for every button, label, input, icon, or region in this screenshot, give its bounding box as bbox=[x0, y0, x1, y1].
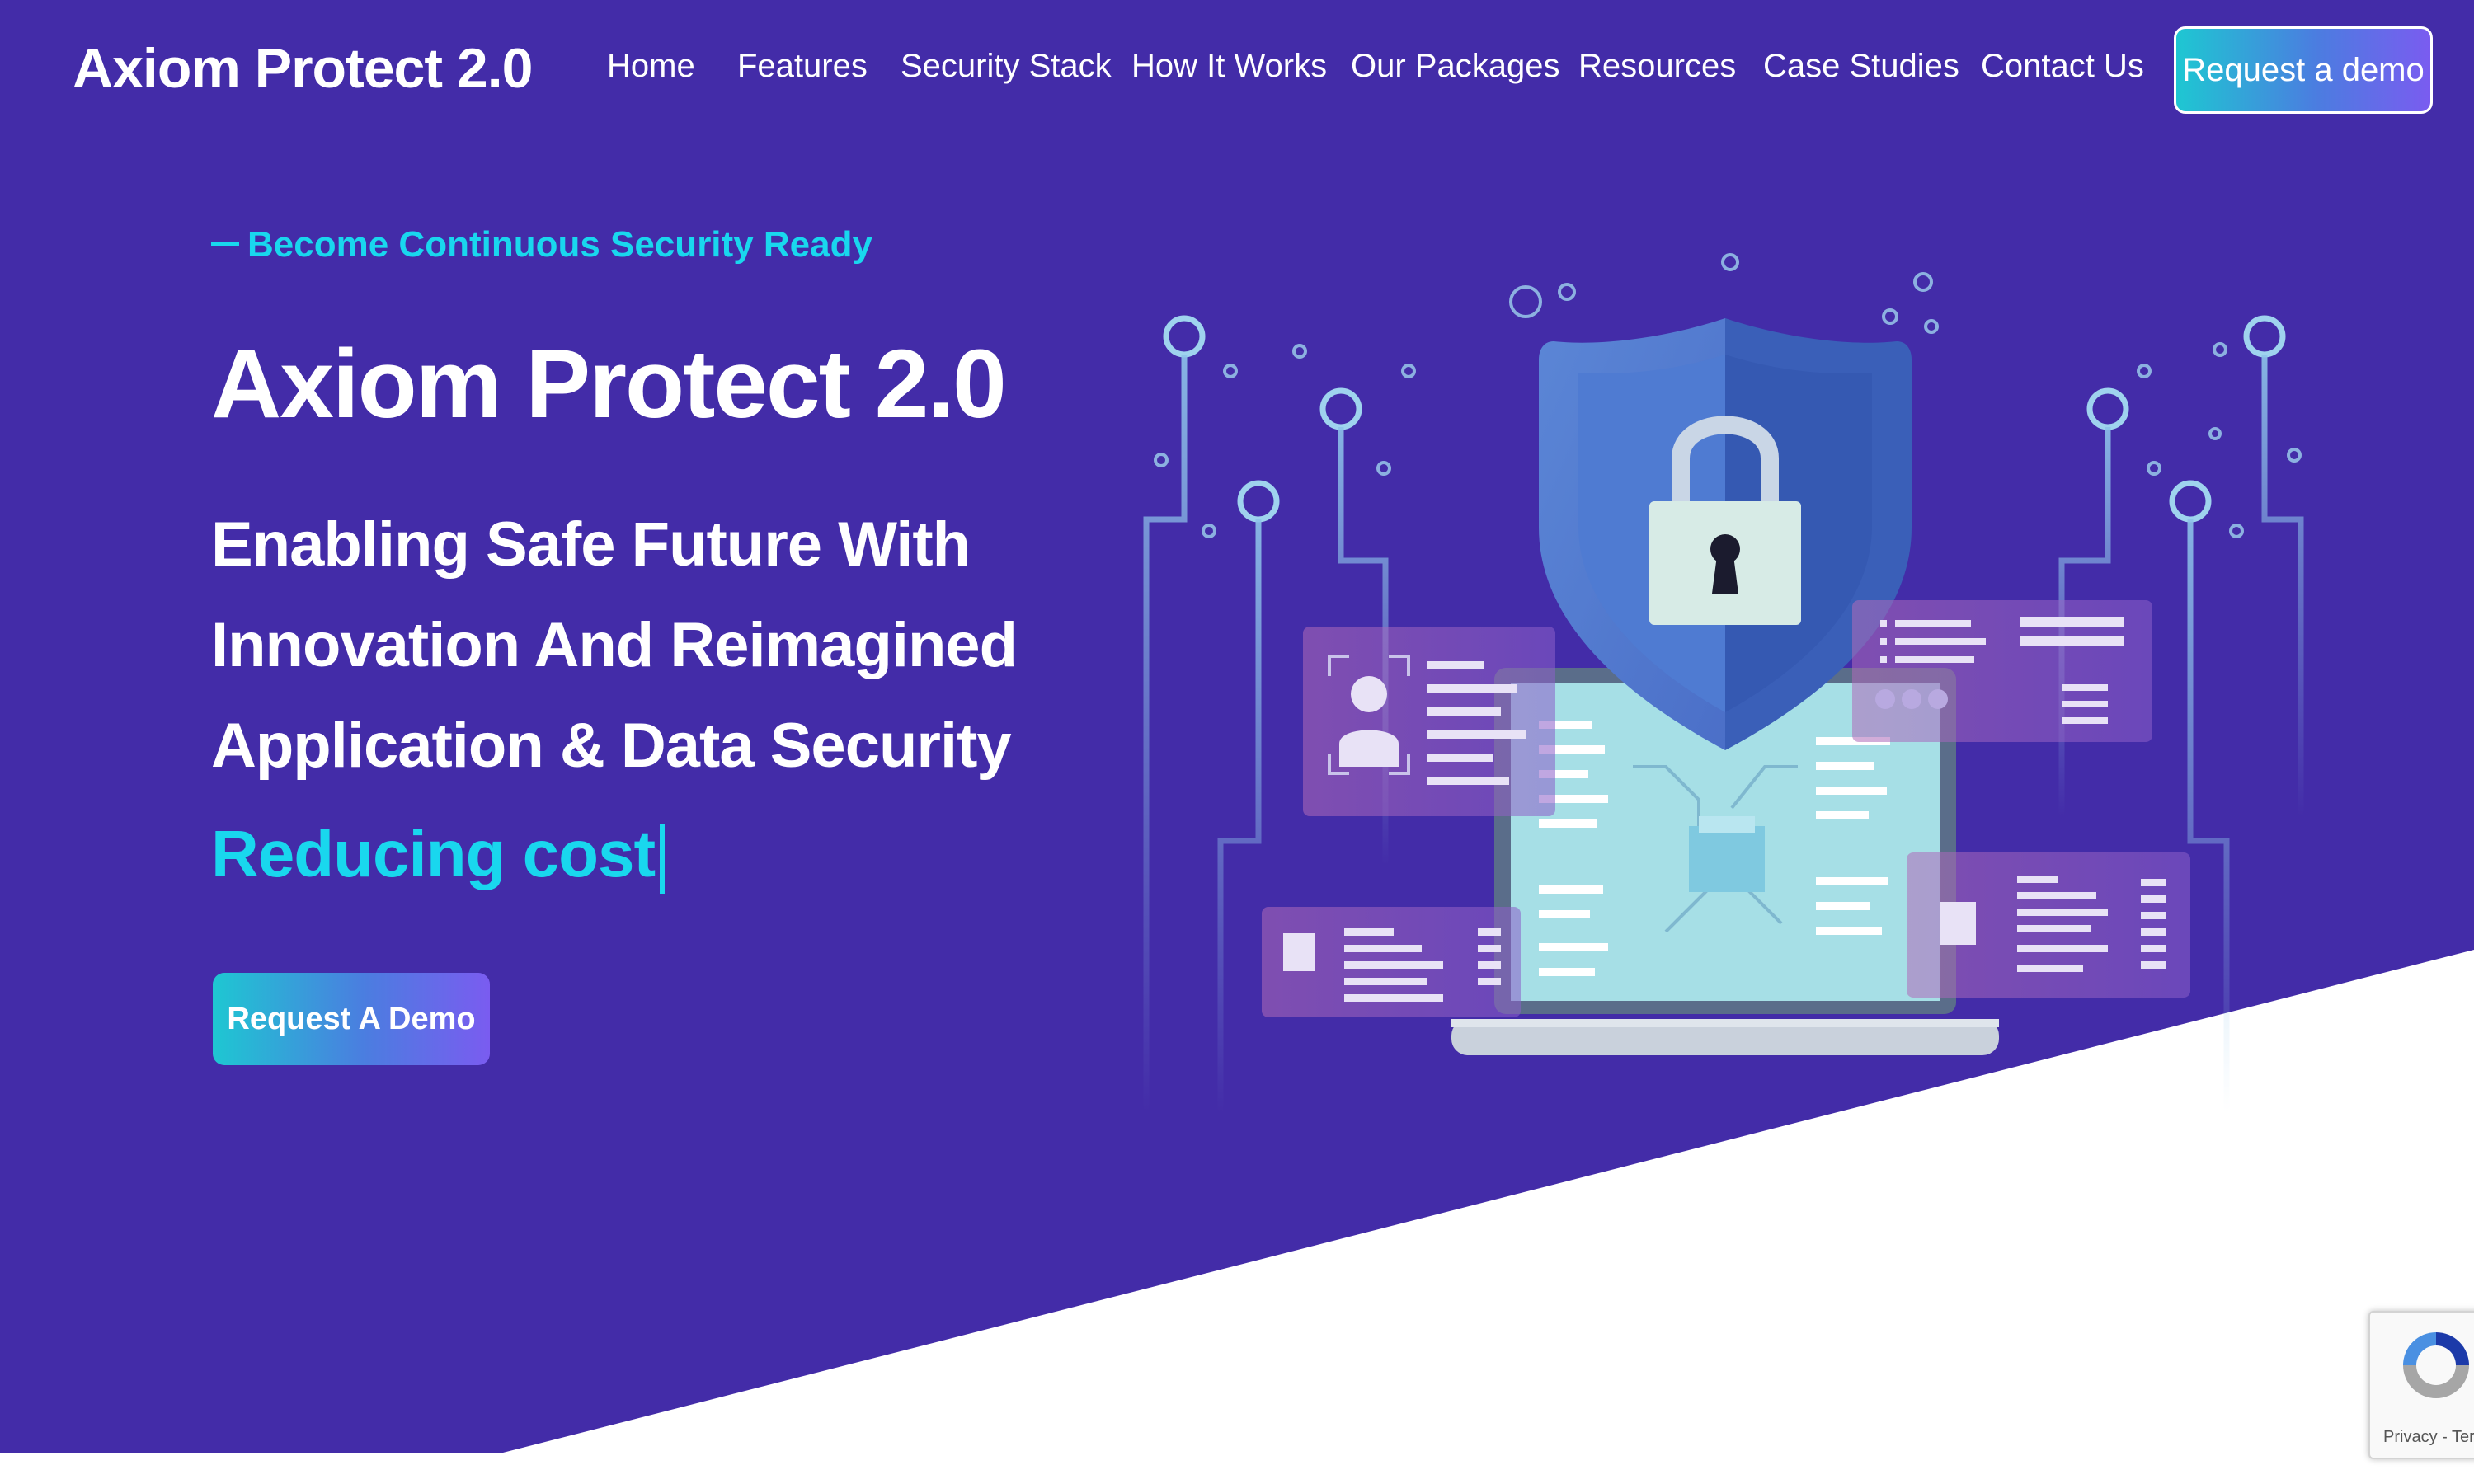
hero-eyebrow: Become Continuous Security Ready bbox=[211, 224, 872, 265]
nav-item-our-packages[interactable]: Our Packages bbox=[1351, 48, 1559, 85]
hero-section: Axiom Protect 2.0 Home Features Security… bbox=[0, 0, 2474, 1484]
hero-subtitle: Enabling Safe Future With Innovation And… bbox=[211, 510, 1018, 781]
eyebrow-dash bbox=[211, 241, 239, 246]
nav-item-resources[interactable]: Resources bbox=[1578, 48, 1736, 85]
nav-item-contact-us[interactable]: Contact Us bbox=[1981, 48, 2144, 85]
typed-text-value: Reducing cost bbox=[211, 817, 656, 890]
request-demo-hero-button[interactable]: Request A Demo bbox=[213, 973, 490, 1065]
data-card-top-right bbox=[1852, 600, 2152, 742]
recaptcha-terms-label: Privacy - Terms bbox=[2383, 1428, 2474, 1446]
data-card-bottom-left bbox=[1262, 907, 1521, 1017]
hero-typed-text: Reducing cost bbox=[211, 816, 666, 894]
main-nav: Home Features Security Stack How It Work… bbox=[0, 48, 2474, 97]
nav-item-case-studies[interactable]: Case Studies bbox=[1763, 48, 1959, 85]
nav-item-how-it-works[interactable]: How It Works bbox=[1131, 48, 1327, 85]
nav-item-features[interactable]: Features bbox=[737, 48, 868, 85]
recaptcha-icon bbox=[2403, 1332, 2469, 1398]
nav-item-security-stack[interactable]: Security Stack bbox=[901, 48, 1112, 85]
hero-title: Axiom Protect 2.0 bbox=[211, 330, 1007, 439]
typing-caret bbox=[660, 824, 666, 894]
nav-item-home[interactable]: Home bbox=[607, 48, 695, 85]
request-demo-nav-button[interactable]: Request a demo bbox=[2174, 26, 2433, 114]
recaptcha-badge[interactable]: Privacy - Terms bbox=[2368, 1311, 2474, 1459]
user-profile-card-icon bbox=[1303, 627, 1555, 816]
security-illustration bbox=[1143, 253, 2304, 1113]
hero-eyebrow-text: Become Continuous Security Ready bbox=[247, 224, 872, 265]
data-card-bottom-right bbox=[1907, 852, 2190, 998]
